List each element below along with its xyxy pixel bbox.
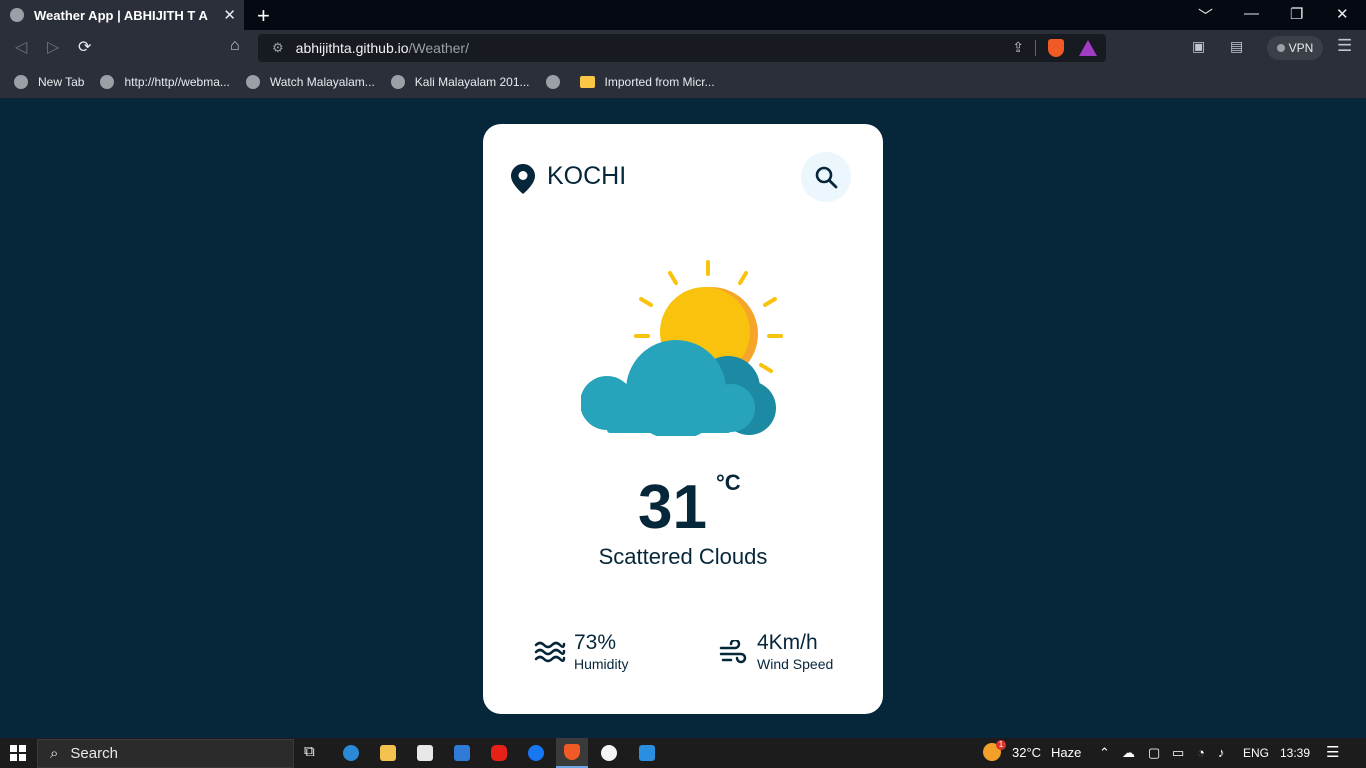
wind-speed-label: Wind Speed bbox=[757, 656, 834, 672]
vpn-button[interactable]: VPN bbox=[1267, 36, 1323, 60]
folder-icon bbox=[579, 76, 595, 88]
site-settings-icon[interactable]: ⚙ bbox=[272, 40, 284, 56]
search-icon: ⌕ bbox=[50, 745, 59, 762]
humidity-waves-icon bbox=[534, 641, 566, 663]
meet-now-icon[interactable]: ▢ bbox=[1148, 745, 1160, 761]
browser-toolbar: ◁ ▷ ⟳ ⌂ ⚙ abhijithta.github.io /Weather/… bbox=[0, 30, 1366, 66]
new-tab-button[interactable]: + bbox=[257, 3, 270, 29]
close-tab-icon[interactable]: ✕ bbox=[223, 6, 236, 24]
brave-taskbar-button[interactable] bbox=[556, 738, 588, 768]
close-window-button[interactable]: ✕ bbox=[1336, 5, 1349, 23]
taskbar-search-box[interactable]: ⌕ Search bbox=[37, 739, 294, 768]
bookmark-item[interactable]: http://http//webma... bbox=[100, 75, 230, 89]
vscode-icon[interactable] bbox=[639, 745, 655, 761]
wind-speed-value: 4Km/h bbox=[757, 631, 818, 654]
brave-icon bbox=[564, 744, 580, 760]
separator bbox=[1035, 40, 1036, 56]
restore-button[interactable]: ❐ bbox=[1290, 5, 1303, 23]
windows-start-icon[interactable] bbox=[10, 745, 26, 761]
bookmark-label: Kali Malayalam 201... bbox=[414, 75, 530, 89]
taskbar-temperature[interactable]: 32°C bbox=[1012, 745, 1041, 760]
volume-icon[interactable]: ♪ bbox=[1218, 745, 1225, 760]
tab-strip: Weather App | ABHIJITH T A ✕ + ﹀ — ❐ ✕ bbox=[0, 0, 1366, 30]
clock-time[interactable]: 13:39 bbox=[1280, 746, 1310, 760]
bookmark-item[interactable]: Kali Malayalam 201... bbox=[390, 75, 530, 89]
globe-icon bbox=[10, 8, 24, 22]
url-path: /Weather/ bbox=[408, 40, 469, 56]
edge-icon[interactable] bbox=[343, 745, 359, 761]
wifi-icon[interactable]: ◔ bbox=[1197, 745, 1205, 760]
globe-icon bbox=[245, 75, 260, 89]
bookmark-folder[interactable]: Imported from Micr... bbox=[570, 75, 715, 89]
facebook-icon[interactable] bbox=[528, 745, 544, 761]
temperature-value: 31 bbox=[638, 473, 707, 542]
taskbar-weather-desc[interactable]: Haze bbox=[1051, 745, 1081, 760]
wind-icon bbox=[719, 640, 747, 664]
show-hidden-icons-icon[interactable]: ⌃ bbox=[1099, 745, 1110, 761]
search-icon bbox=[815, 166, 838, 189]
url-host: abhijithta.github.io bbox=[295, 40, 409, 56]
weather-badge: 1 bbox=[996, 740, 1006, 750]
sun-behind-cloud-icon bbox=[581, 260, 783, 436]
globe-icon bbox=[545, 75, 560, 89]
youtube-icon[interactable] bbox=[491, 745, 507, 761]
brave-shields-icon[interactable] bbox=[1048, 39, 1064, 57]
notifications-icon[interactable]: ☰ bbox=[1326, 743, 1339, 761]
forward-arrow-icon[interactable]: ▷ bbox=[47, 37, 59, 57]
bookmark-item[interactable] bbox=[545, 75, 570, 89]
minimize-button[interactable]: — bbox=[1244, 5, 1259, 22]
back-arrow-icon[interactable]: ◁ bbox=[15, 37, 27, 57]
tab-title: Weather App | ABHIJITH T A bbox=[34, 7, 208, 23]
onedrive-icon[interactable]: ☁ bbox=[1122, 745, 1135, 761]
bookmarks-bar: New Tab http://http//webma... Watch Mala… bbox=[0, 66, 1366, 98]
battery-icon[interactable]: ▭ bbox=[1172, 745, 1184, 761]
bookmark-label: Imported from Micr... bbox=[604, 75, 715, 89]
vpn-label: VPN bbox=[1288, 41, 1314, 55]
task-view-icon[interactable]: ⧉ bbox=[304, 743, 315, 760]
bookmark-label: http://http//webma... bbox=[124, 75, 230, 89]
bookmark-label: Watch Malayalam... bbox=[269, 75, 375, 89]
tab-search-chevron-icon[interactable]: ﹀ bbox=[1198, 5, 1213, 26]
vpn-status-icon bbox=[1276, 44, 1285, 52]
address-bar[interactable]: ⚙ abhijithta.github.io /Weather/ ⇪ bbox=[258, 34, 1106, 62]
share-icon[interactable]: ⇪ bbox=[1012, 39, 1024, 56]
menu-icon[interactable]: ☰ bbox=[1337, 36, 1352, 56]
humidity-value: 73% bbox=[574, 631, 617, 654]
bookmark-label: New Tab bbox=[38, 75, 85, 89]
taskbar-search-label: Search bbox=[70, 745, 118, 762]
humidity-label: Humidity bbox=[574, 656, 629, 672]
windows-taskbar: ⌕ Search ⧉ 1 32°C Haze ⌃ ☁ ▢ ▭ ◔ ♪ ENG 1… bbox=[0, 738, 1366, 768]
globe-icon bbox=[390, 75, 405, 89]
github-icon[interactable] bbox=[601, 745, 617, 761]
city-name: KOCHI bbox=[547, 162, 627, 190]
wallet-icon[interactable]: ▤ bbox=[1230, 38, 1243, 55]
language-indicator[interactable]: ENG bbox=[1243, 746, 1269, 760]
file-explorer-icon[interactable] bbox=[380, 745, 396, 761]
search-button[interactable] bbox=[801, 152, 851, 202]
mail-icon[interactable] bbox=[454, 745, 470, 761]
reload-icon[interactable]: ⟳ bbox=[78, 37, 91, 57]
sidebar-icon[interactable]: ▣ bbox=[1192, 38, 1205, 55]
weather-card: KOCHI 31 °C Scattered Clouds 73% Humidit… bbox=[483, 124, 883, 714]
bookmark-item[interactable]: New Tab bbox=[14, 75, 84, 89]
bookmark-item[interactable]: Watch Malayalam... bbox=[245, 75, 375, 89]
temperature-unit: °C bbox=[716, 470, 741, 495]
bookmark-icon[interactable]: ⌂ bbox=[230, 37, 240, 55]
weather-description: Scattered Clouds bbox=[598, 544, 768, 569]
microsoft-store-icon[interactable] bbox=[417, 745, 433, 761]
brave-rewards-icon[interactable] bbox=[1079, 40, 1097, 56]
globe-icon bbox=[100, 75, 115, 89]
browser-tab[interactable]: Weather App | ABHIJITH T A ✕ bbox=[0, 0, 244, 30]
globe-icon bbox=[14, 75, 28, 89]
location-pin-icon bbox=[511, 164, 535, 194]
